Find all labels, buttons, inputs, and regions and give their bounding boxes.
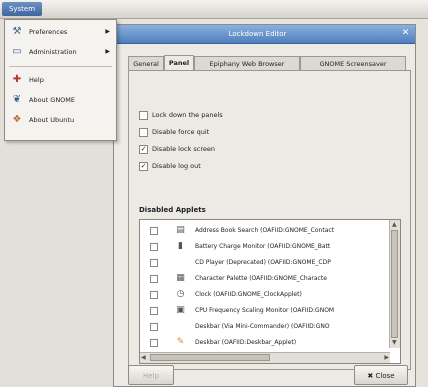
horizontal-scrollbar[interactable]: ◀ ▶ — [140, 352, 390, 363]
checkbox-box[interactable] — [150, 307, 158, 315]
checkbox-box[interactable] — [150, 291, 158, 299]
menu-item-label: Administration — [29, 48, 77, 56]
scrollbar-thumb[interactable] — [391, 230, 398, 338]
disabled-applets-heading: Disabled Applets — [139, 206, 206, 214]
checkbox-label: Disable force quit — [152, 128, 210, 136]
checkbox-box[interactable] — [139, 127, 148, 137]
submenu-arrow-icon: ▶ — [105, 28, 110, 35]
menu-item-administration[interactable]: ▭ Administration ▶ — [7, 44, 114, 60]
tab-general[interactable]: General — [128, 56, 164, 70]
help-icon: ✚ — [12, 74, 22, 85]
scrollbar-thumb[interactable] — [150, 354, 270, 361]
preferences-icon: ⚒ — [12, 26, 22, 37]
cpu-icon: ▣ — [176, 305, 185, 315]
checkbox-box[interactable] — [150, 243, 158, 251]
scroll-down-icon[interactable]: ▼ — [392, 339, 397, 347]
checkbox-box[interactable] — [150, 259, 158, 267]
cd-icon — [176, 258, 185, 267]
checkbox-box[interactable] — [139, 110, 148, 120]
tab-panel[interactable]: Panel — [164, 55, 194, 71]
dialog-titlebar[interactable]: Lockdown Editor ✕ — [114, 25, 415, 44]
menu-item-help[interactable]: ✚ Help — [7, 72, 114, 88]
close-button-icon: ✖ — [367, 372, 376, 380]
book-icon: ▤ — [176, 225, 185, 235]
submenu-arrow-icon: ▶ — [105, 48, 110, 55]
list-item[interactable]: ✎ Deskbar (OAFIID:Deskbar_Applet) — [140, 334, 390, 352]
checkbox-box[interactable] — [150, 275, 158, 283]
administration-icon: ▭ — [12, 46, 22, 57]
disable-lock-screen-checkbox[interactable]: ✓ Disable lock screen — [139, 143, 215, 155]
system-menu-button[interactable]: System — [2, 2, 42, 16]
clock-icon: ◷ — [176, 289, 185, 299]
ubuntu-icon: ❖ — [12, 114, 22, 125]
checkbox-label: Disable lock screen — [152, 145, 215, 153]
close-icon[interactable]: ✕ — [400, 28, 411, 39]
menu-item-label: About Ubuntu — [29, 116, 75, 124]
menu-item-preferences[interactable]: ⚒ Preferences ▶ — [7, 24, 114, 40]
blank-icon — [176, 322, 185, 331]
help-button[interactable]: Help — [128, 365, 174, 385]
desktop-background-right — [416, 19, 428, 387]
checkbox-label: Lock down the panels — [152, 111, 223, 119]
lock-down-panels-checkbox[interactable]: Lock down the panels — [139, 109, 223, 121]
tab-epiphany-web-browser[interactable]: Epiphany Web Browser — [194, 56, 300, 70]
panel-tab-content: Lock down the panels Disable force quit … — [128, 70, 411, 370]
menu-item-about-ubuntu[interactable]: ❖ About Ubuntu — [7, 112, 114, 128]
disabled-applets-list[interactable]: ▤ Address Book Search (OAFIID:GNOME_Conta… — [139, 219, 401, 364]
scroll-left-icon[interactable]: ◀ — [141, 354, 146, 362]
deskbar-icon: ✎ — [176, 337, 185, 347]
checkbox-box[interactable]: ✓ — [139, 161, 148, 171]
checkbox-label: Disable log out — [152, 162, 201, 170]
list-item-label: Deskbar (OAFIID:Deskbar_Applet) — [195, 339, 297, 346]
battery-icon: ▮ — [178, 241, 183, 251]
checkbox-box[interactable]: ✓ — [139, 144, 148, 154]
menu-item-about-gnome[interactable]: ❦ About GNOME — [7, 92, 114, 108]
menu-item-label: Help — [29, 76, 44, 84]
vertical-scrollbar[interactable]: ▲ ▼ — [389, 220, 400, 348]
close-button[interactable]: ✖ Close — [354, 365, 408, 385]
close-button-label: Close — [375, 372, 395, 380]
disable-force-quit-checkbox[interactable]: Disable force quit — [139, 126, 209, 138]
scroll-right-icon[interactable]: ▶ — [384, 354, 389, 362]
gnome-foot-icon: ❦ — [12, 94, 22, 105]
keyboard-icon: ▦ — [176, 273, 185, 283]
menu-item-label: About GNOME — [29, 96, 76, 104]
checkbox-box[interactable] — [150, 339, 158, 347]
top-panel: System — [0, 0, 428, 19]
menu-item-label: Preferences — [29, 28, 68, 36]
disable-log-out-checkbox[interactable]: ✓ Disable log out — [139, 160, 201, 172]
system-menu-dropdown: ⚒ Preferences ▶ ▭ Administration ▶ ✚ Help ❦ Ab… — [4, 19, 117, 141]
checkbox-box[interactable] — [150, 227, 158, 235]
checkbox-box[interactable] — [150, 323, 158, 331]
menu-separator — [9, 66, 112, 67]
scroll-up-icon[interactable]: ▲ — [392, 221, 397, 229]
tab-gnome-screensaver[interactable]: GNOME Screensaver — [300, 56, 406, 70]
lockdown-dialog: Lockdown Editor ✕ General Panel Epiphany… — [113, 24, 416, 387]
dialog-title: Lockdown Editor — [228, 30, 287, 38]
